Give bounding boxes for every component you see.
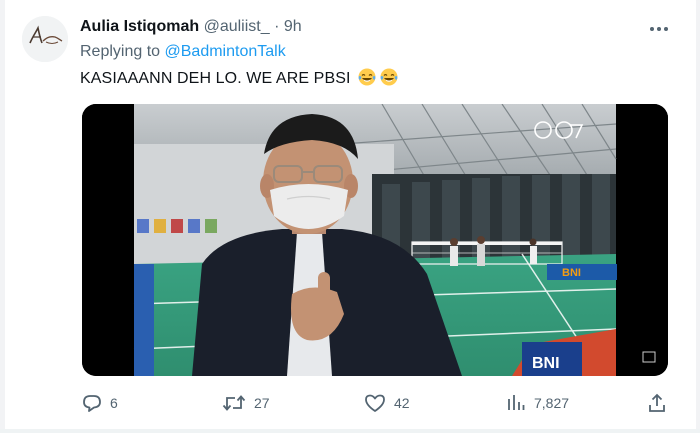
- avatar-logo-icon: [22, 16, 68, 62]
- retweet-count: 27: [254, 395, 270, 411]
- separator-dot: ·: [274, 18, 280, 35]
- replying-to-label: Replying to: [80, 43, 161, 60]
- video-frame: BNI BNI: [82, 104, 668, 376]
- court-banner-text: BNI: [532, 355, 560, 372]
- page-frame-left: [0, 0, 5, 433]
- user-handle[interactable]: @auliist_: [204, 18, 270, 35]
- views-icon: [508, 395, 525, 410]
- views-button[interactable]: 7,827: [506, 390, 569, 416]
- avatar[interactable]: [22, 16, 68, 62]
- tweet-video[interactable]: BNI BNI: [82, 104, 668, 376]
- like-button[interactable]: 42: [364, 390, 410, 416]
- heart-icon: [365, 394, 385, 412]
- like-count: 42: [394, 395, 410, 411]
- display-name[interactable]: Aulia Istiqomah: [80, 18, 199, 35]
- tweet-header: Aulia Istiqomah @auliist_ · 9h: [80, 18, 302, 40]
- tweet-text: KASIAAANN DEH LO. WE ARE PBSI: [80, 67, 399, 88]
- share-icon: [649, 393, 665, 412]
- face-with-tears-of-joy-emoji-icon: [358, 68, 376, 86]
- face-with-tears-of-joy-emoji-icon: [380, 68, 398, 86]
- replying-to-line: Replying to @BadmintonTalk: [80, 43, 286, 61]
- timestamp[interactable]: 9h: [284, 18, 302, 35]
- tweet-text-body: KASIAAANN DEH LO. WE ARE PBSI: [80, 70, 351, 87]
- reply-icon: [83, 395, 101, 412]
- video-scene: BNI BNI: [133, 104, 617, 376]
- reply-count: 6: [110, 395, 118, 411]
- replying-to-link[interactable]: @BadmintonTalk: [165, 43, 286, 60]
- views-count: 7,827: [534, 395, 570, 411]
- page-frame-bottom: [0, 429, 700, 433]
- more-button[interactable]: [648, 20, 670, 38]
- retweet-icon: [222, 395, 246, 411]
- page-frame-right: [696, 0, 700, 433]
- tweet-actions: 6 27 42 7,827: [0, 390, 700, 416]
- more-icon: [650, 27, 668, 31]
- reply-button[interactable]: 6: [82, 390, 118, 416]
- retweet-button[interactable]: 27: [222, 390, 270, 416]
- share-button[interactable]: [647, 390, 667, 416]
- svg-text:BNI: BNI: [562, 267, 581, 279]
